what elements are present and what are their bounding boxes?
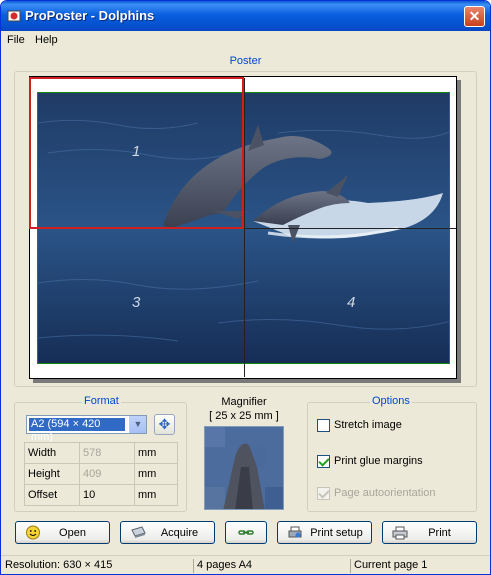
status-current-page: Current page 1	[350, 559, 427, 573]
format-group-label: Format	[82, 395, 121, 407]
width-field[interactable]: 578	[79, 442, 135, 464]
magnifier-label: Magnifier	[221, 396, 267, 408]
magnifier-size: [ 25 x 25 mm ]	[209, 410, 279, 422]
open-button-label: Open	[59, 527, 86, 539]
page-number-3: 3	[132, 294, 141, 311]
stretch-image-checkbox[interactable]	[317, 419, 330, 432]
link-icon	[238, 530, 254, 535]
acquire-button[interactable]: Acquire	[120, 521, 215, 544]
offset-unit: mm	[134, 484, 178, 506]
link-button[interactable]	[225, 521, 267, 544]
width-unit: mm	[134, 442, 178, 464]
menu-bar: File Help	[1, 31, 490, 49]
print-setup-button[interactable]: Print setup	[277, 521, 372, 544]
menu-file[interactable]: File	[7, 34, 25, 46]
poster-group-label: Poster	[229, 55, 262, 67]
format-select-value: A2 (594 × 420 mm)	[29, 418, 125, 443]
acquire-button-label: Acquire	[160, 527, 199, 539]
app-icon	[7, 10, 21, 22]
status-resolution: Resolution: 630 × 415	[5, 559, 113, 571]
open-button[interactable]: Open	[15, 521, 110, 544]
page-number-4: 4	[347, 294, 356, 311]
table-row: Width 578 mm	[24, 442, 178, 464]
width-label: Width	[24, 442, 80, 464]
page-autoorientation-label: Page autoorientation	[334, 487, 436, 499]
window-title: ProPoster - Dolphins	[25, 8, 155, 23]
table-row: Offset 10 mm	[24, 484, 178, 506]
table-row: Height 409 mm	[24, 463, 178, 485]
options-group-label: Options	[370, 395, 412, 407]
print-button-label: Print	[428, 527, 451, 539]
stretch-image-label[interactable]: Stretch image	[334, 419, 402, 431]
status-bar: Resolution: 630 × 415 4 pages A4 Current…	[1, 555, 490, 574]
height-label: Height	[24, 463, 80, 485]
page-number-1: 1	[132, 143, 141, 160]
height-field[interactable]: 409	[79, 463, 135, 485]
close-button[interactable]: ✕	[464, 6, 485, 27]
format-select[interactable]: A2 (594 × 420 mm) ▼	[26, 415, 147, 443]
print-setup-button-label: Print setup	[310, 527, 363, 539]
page-autoorientation-checkbox[interactable]	[317, 487, 330, 500]
offset-label: Offset	[24, 484, 80, 506]
offset-field[interactable]: 10	[79, 484, 135, 506]
move-arrows-button[interactable]: ✥	[154, 414, 175, 435]
magnifier-image	[205, 427, 283, 509]
print-button[interactable]: Print	[382, 521, 477, 544]
menu-help[interactable]: Help	[35, 34, 58, 46]
chevron-down-icon[interactable]: ▼	[129, 416, 146, 433]
status-pages: 4 pages A4	[193, 559, 252, 573]
move-arrows-icon: ✥	[158, 416, 171, 432]
height-unit: mm	[134, 463, 178, 485]
dimensions-table: Width 578 mm Height 409 mm Offset 10 mm	[24, 442, 178, 506]
title-bar[interactable]: ProPoster - Dolphins ✕	[1, 1, 490, 31]
app-window: ProPoster - Dolphins ✕ File Help Poster	[0, 0, 491, 575]
magnifier-view	[204, 426, 284, 510]
print-glue-margins-label[interactable]: Print glue margins	[334, 455, 423, 467]
print-glue-margins-checkbox[interactable]	[317, 455, 330, 468]
